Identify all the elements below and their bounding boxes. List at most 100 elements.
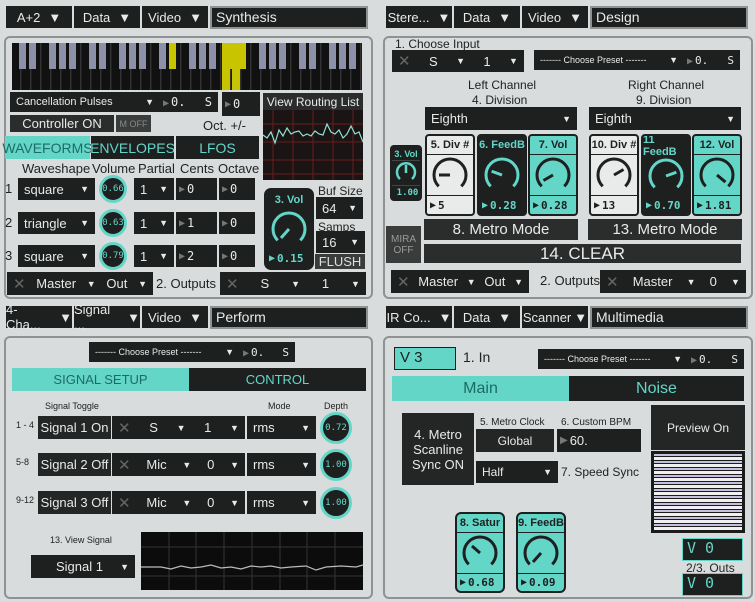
save-preset[interactable]: S: [731, 353, 738, 366]
black-key[interactable]: [118, 43, 126, 69]
close-icon[interactable]: ✕: [398, 52, 411, 70]
mode-dropdown[interactable]: rms ▼: [247, 453, 316, 476]
metro-scanline-sync-button[interactable]: 4. Metro Scanline Sync ON: [402, 413, 474, 485]
feedback-knob-module[interactable]: 9. FeedB ▶ 0.09: [516, 512, 566, 593]
black-key[interactable]: [138, 43, 146, 69]
output-2-field[interactable]: V 0: [682, 573, 743, 596]
black-key[interactable]: [198, 43, 206, 69]
view-signal-dropdown[interactable]: Signal 1 ▼: [31, 555, 135, 578]
signal-toggle-button[interactable]: Signal 1 On: [38, 416, 111, 439]
device-dropdown[interactable]: A+2 ▼: [6, 6, 72, 28]
black-key[interactable]: [98, 43, 106, 69]
data-dropdown[interactable]: Data ▼: [454, 6, 520, 28]
black-key[interactable]: [168, 43, 176, 69]
samps-dropdown[interactable]: 16 ▼: [316, 231, 365, 253]
signal-toggle-button[interactable]: Signal 3 Off: [38, 491, 111, 514]
saturation-knob-module[interactable]: 8. Satur ▶ 0.68: [455, 512, 505, 593]
black-key[interactable]: [48, 43, 56, 69]
black-key[interactable]: [188, 43, 196, 69]
right-metro-mode-button[interactable]: 13. Metro Mode: [588, 219, 742, 240]
close-icon[interactable]: ✕: [13, 275, 26, 293]
black-key[interactable]: [338, 43, 346, 69]
tab-main[interactable]: Main: [392, 376, 569, 401]
knob-module[interactable]: 5. Div # ▶ 5: [425, 134, 475, 216]
metro-clock-button[interactable]: Global: [476, 429, 554, 452]
output-1-field[interactable]: V 0: [682, 538, 743, 561]
buf-size-dropdown[interactable]: 64 ▼: [316, 197, 363, 219]
piano-keyboard[interactable]: [12, 43, 362, 90]
data-dropdown[interactable]: Data ▼: [454, 306, 520, 328]
preview-toggle[interactable]: Preview On: [651, 405, 745, 450]
volume-knob[interactable]: 0.79: [99, 242, 127, 270]
preset-number[interactable]: ▶ 0. S: [240, 342, 295, 362]
black-key[interactable]: [228, 43, 236, 69]
depth-knob[interactable]: 1.00: [320, 449, 352, 481]
module-title[interactable]: Synthesis: [210, 6, 368, 29]
module-title[interactable]: Perform: [210, 306, 368, 329]
black-key[interactable]: [208, 43, 216, 69]
preset-dropdown[interactable]: Cancellation Pulses ▼: [10, 92, 160, 112]
knob-module[interactable]: 12. Vol ▶ 1.81: [692, 134, 742, 216]
data-dropdown[interactable]: Data ▼: [74, 6, 140, 28]
output-right-select[interactable]: ✕ Master ▼ 0 ▼: [600, 270, 746, 293]
black-key[interactable]: [238, 43, 246, 69]
tab-envelopes[interactable]: ENVELOPES: [90, 136, 175, 159]
black-key[interactable]: [158, 43, 166, 69]
cents-number[interactable]: ▶ 2: [176, 245, 217, 267]
tab-noise[interactable]: Noise: [569, 376, 744, 401]
preset-number[interactable]: ▶ 0. S: [688, 349, 744, 369]
octave-number[interactable]: ▶ 0: [219, 212, 255, 234]
close-icon[interactable]: ✕: [397, 273, 410, 291]
partial-dropdown[interactable]: 1 ▼: [134, 245, 174, 267]
depth-knob[interactable]: 0.72: [320, 412, 352, 444]
close-icon[interactable]: ✕: [118, 456, 131, 474]
black-key[interactable]: [268, 43, 276, 69]
m-off-toggle[interactable]: M OFF: [116, 115, 151, 132]
close-icon[interactable]: ✕: [118, 494, 131, 512]
speed-sync-dropdown[interactable]: Half ▼: [476, 461, 558, 483]
black-key[interactable]: [298, 43, 306, 69]
controller-toggle[interactable]: Controller ON: [10, 115, 114, 132]
left-metro-mode-button[interactable]: 8. Metro Mode: [424, 219, 578, 240]
black-key[interactable]: [58, 43, 66, 69]
output-right-select[interactable]: ✕ S ▼ 1 ▼: [220, 272, 366, 295]
knob-module[interactable]: 6. FeedB ▶ 0.28: [477, 134, 527, 216]
waveshape-dropdown[interactable]: triangle ▼: [18, 212, 95, 234]
preset-dropdown[interactable]: ------- Choose Preset ------- ▼: [538, 349, 688, 369]
tab-lfos[interactable]: LFOS: [176, 136, 259, 159]
depth-knob[interactable]: 1.00: [320, 487, 352, 519]
preset-number[interactable]: ▶ 0. S: [160, 92, 218, 112]
clear-button[interactable]: 14. CLEAR: [424, 244, 741, 263]
volume-knob[interactable]: 0.63: [99, 209, 127, 237]
preset-number[interactable]: ▶ 0. S: [684, 50, 740, 70]
video-dropdown[interactable]: Video ▼: [142, 6, 208, 28]
output-left-select[interactable]: ✕ Master ▼ Out ▼: [7, 272, 153, 295]
black-key[interactable]: [348, 43, 356, 69]
input-select[interactable]: ✕ S ▼ 1 ▼: [392, 50, 524, 72]
save-preset[interactable]: S: [727, 54, 734, 67]
mode-dropdown[interactable]: rms ▼: [247, 416, 316, 439]
mode-dropdown[interactable]: rms ▼: [247, 491, 316, 514]
save-preset[interactable]: S: [205, 95, 212, 109]
signal-dropdown[interactable]: Signal ... ▼: [74, 302, 140, 332]
black-key[interactable]: [128, 43, 136, 69]
device-dropdown[interactable]: Stere... ▼: [386, 6, 452, 28]
save-preset[interactable]: S: [282, 346, 289, 359]
black-key[interactable]: [28, 43, 36, 69]
tab-control[interactable]: CONTROL: [189, 368, 366, 391]
waveshape-dropdown[interactable]: square ▼: [18, 178, 95, 200]
preset-dropdown[interactable]: ------- Choose Preset ------- ▼: [89, 342, 240, 362]
black-key[interactable]: [18, 43, 26, 69]
module-title[interactable]: Multimedia: [590, 306, 748, 329]
mira-toggle[interactable]: MIRA OFF: [386, 226, 421, 263]
octave-number[interactable]: ▶ 0: [219, 245, 255, 267]
device-dropdown[interactable]: 4-Cha... ▼: [6, 302, 72, 332]
tab-waveforms[interactable]: WAVEFORMS: [2, 136, 93, 159]
black-key[interactable]: [68, 43, 76, 69]
tab-signal-setup[interactable]: SIGNAL SETUP: [12, 368, 189, 391]
video-dropdown[interactable]: Video ▼: [522, 6, 588, 28]
partial-dropdown[interactable]: 1 ▼: [134, 212, 174, 234]
black-key[interactable]: [88, 43, 96, 69]
input-video-field[interactable]: V 3: [394, 347, 456, 370]
partial-dropdown[interactable]: 1 ▼: [134, 178, 174, 200]
